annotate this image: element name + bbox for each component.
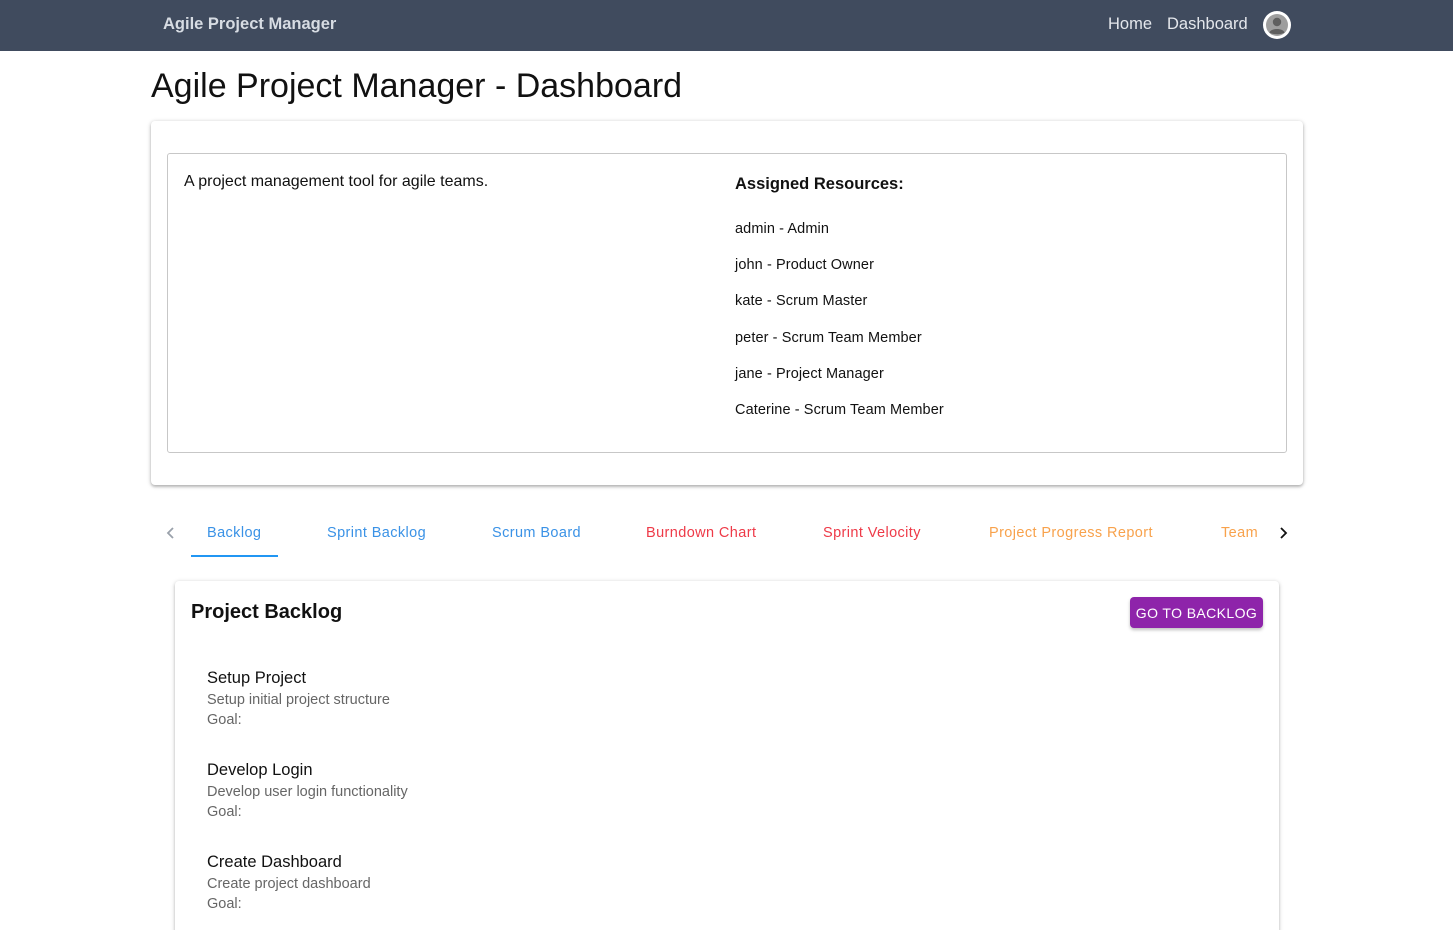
backlog-item-title: Develop Login <box>207 761 313 779</box>
app-brand[interactable]: Agile Project Manager <box>163 15 336 34</box>
tab-sprint-backlog[interactable]: Sprint Backlog <box>327 525 426 541</box>
backlog-item-goal: Goal: <box>207 896 242 912</box>
backlog-list: Setup Project Setup initial project stru… <box>207 667 408 930</box>
top-navbar: Agile Project Manager Home Dashboard <box>0 0 1453 51</box>
project-info-card: A project management tool for agile team… <box>151 121 1303 485</box>
resource-item: Caterine - Scrum Team Member <box>735 401 944 418</box>
resource-item: kate - Scrum Master <box>735 293 868 310</box>
tab-scrum-board[interactable]: Scrum Board <box>492 525 581 541</box>
tab-backlog[interactable]: Backlog <box>207 525 261 541</box>
resource-item: peter - Scrum Team Member <box>735 329 922 346</box>
project-description: A project management tool for agile team… <box>184 173 489 190</box>
backlog-item[interactable]: Create Dashboard Create project dashboar… <box>207 851 408 930</box>
resource-item: john - Product Owner <box>735 257 875 274</box>
tab-burndown-chart[interactable]: Burndown Chart <box>646 525 756 541</box>
nav-link-home[interactable]: Home <box>1108 15 1152 34</box>
resource-item: admin - Admin <box>735 221 829 237</box>
user-avatar-icon[interactable] <box>1263 11 1291 39</box>
active-tab-indicator <box>191 555 278 557</box>
backlog-item-description: Develop user login functionality <box>207 784 408 800</box>
tab-scroller: Backlog Sprint Backlog Scrum Board Burnd… <box>191 510 1263 558</box>
assigned-resources-heading: Assigned Resources: <box>735 175 904 193</box>
resource-item: jane - Project Manager <box>735 365 884 382</box>
chevron-right-icon[interactable] <box>1273 522 1293 544</box>
assigned-resources-list: admin - Admin john - Product Owner kate … <box>735 221 944 438</box>
backlog-item[interactable]: Setup Project Setup initial project stru… <box>207 667 408 759</box>
project-info-panel: A project management tool for agile team… <box>167 153 1287 453</box>
backlog-item-goal: Goal: <box>207 804 242 820</box>
tab-project-progress-report[interactable]: Project Progress Report <box>989 525 1153 541</box>
project-backlog-card: Project Backlog GO TO BACKLOG Setup Proj… <box>175 581 1279 930</box>
backlog-item[interactable]: Develop Login Develop user login functio… <box>207 759 408 851</box>
tab-team[interactable]: Team <box>1221 525 1258 541</box>
backlog-item-title: Create Dashboard <box>207 853 342 871</box>
go-to-backlog-button[interactable]: GO TO BACKLOG <box>1130 597 1263 628</box>
tab-sprint-velocity[interactable]: Sprint Velocity <box>823 525 921 541</box>
backlog-item-description: Create project dashboard <box>207 876 371 892</box>
backlog-item-description: Setup initial project structure <box>207 692 390 708</box>
dashboard-tabs: Backlog Sprint Backlog Scrum Board Burnd… <box>151 510 1303 558</box>
chevron-left-icon[interactable] <box>161 522 181 544</box>
backlog-item-goal: Goal: <box>207 712 242 728</box>
nav-link-dashboard[interactable]: Dashboard <box>1167 15 1248 34</box>
backlog-item-title: Setup Project <box>207 669 307 687</box>
page-title: Agile Project Manager - Dashboard <box>151 67 683 105</box>
backlog-title: Project Backlog <box>191 601 343 623</box>
